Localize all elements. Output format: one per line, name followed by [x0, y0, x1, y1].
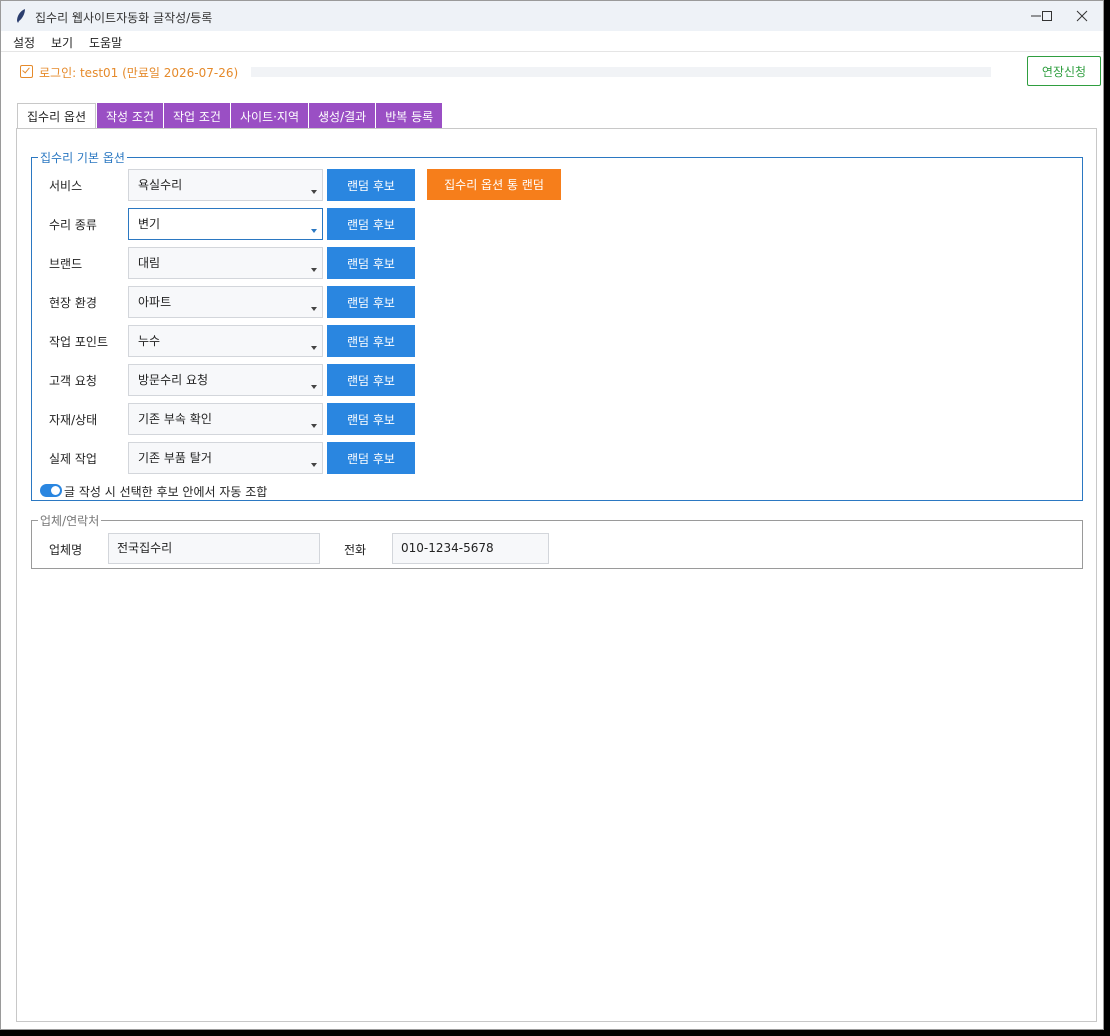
actual-work-label: 실제 작업 — [49, 452, 97, 466]
extend-button[interactable]: 연장신청 — [1027, 56, 1101, 86]
brand-label: 브랜드 — [49, 257, 83, 271]
work-point-select[interactable]: 누수 — [128, 325, 323, 357]
material-status-random-button[interactable]: 랜덤 후보 — [327, 403, 415, 435]
repair-type-value: 변기 — [138, 217, 161, 231]
status-row: 로그인: test01 (만료일 2026-07-26) 연장신청 — [1, 53, 1103, 91]
repair-type-select[interactable]: 변기 — [128, 208, 323, 240]
tab-content: 집수리 기본 옵션 서비스 욕실수리 랜덤 후보 집수리 옵션 통 랜덤 수리 … — [16, 128, 1097, 1022]
company-input[interactable]: 전국집수리 — [108, 533, 320, 564]
tab-repair-options[interactable]: 집수리 옵션 — [17, 103, 97, 129]
menu-help[interactable]: 도움말 — [89, 34, 122, 51]
brand-value: 대림 — [138, 256, 161, 270]
login-status: 로그인: test01 (만료일 2026-07-26) — [39, 66, 239, 80]
work-point-label: 작업 포인트 — [49, 335, 109, 349]
auto-combine-toggle[interactable] — [40, 484, 62, 497]
contact-legend: 업체/연락처 — [38, 512, 102, 529]
check-icon — [20, 65, 33, 78]
work-point-value: 누수 — [138, 334, 161, 348]
window-title: 집수리 웹사이트자동화 글작성/등록 — [35, 11, 213, 25]
repair-type-label: 수리 종류 — [49, 218, 97, 232]
auto-combine-label: 글 작성 시 선택한 후보 안에서 자동 조합 — [64, 485, 268, 499]
actual-work-select[interactable]: 기존 부품 탈거 — [128, 442, 323, 474]
tab-repeat-register[interactable]: 반복 등록 — [376, 103, 443, 129]
site-env-label: 현장 환경 — [49, 296, 97, 310]
actual-work-value: 기존 부품 탈거 — [138, 451, 212, 465]
chevron-down-icon — [311, 268, 317, 272]
site-env-value: 아파트 — [138, 295, 172, 309]
tab-site-region[interactable]: 사이트·지역 — [230, 103, 308, 129]
chevron-down-icon — [311, 190, 317, 194]
material-status-select[interactable]: 기존 부속 확인 — [128, 403, 323, 435]
menu-settings[interactable]: 설정 — [13, 34, 35, 51]
chevron-down-icon — [311, 346, 317, 350]
tab-work-conditions[interactable]: 작업 조건 — [164, 103, 230, 129]
brand-select[interactable]: 대림 — [128, 247, 323, 279]
maximize-icon — [1042, 11, 1052, 21]
app-window: 집수리 웹사이트자동화 글작성/등록 설정 보기 도움말 로그인: test01… — [0, 0, 1104, 1030]
tab-generate-result[interactable]: 생성/결과 — [309, 103, 376, 129]
tab-bar: 집수리 옵션 작성 조건 작업 조건 사이트·지역 생성/결과 반복 등록 — [17, 103, 443, 129]
customer-request-label: 고객 요청 — [49, 374, 97, 388]
material-status-value: 기존 부속 확인 — [138, 412, 212, 426]
service-select[interactable]: 욕실수리 — [128, 169, 323, 201]
progress-bar — [251, 67, 991, 77]
repair-type-random-button[interactable]: 랜덤 후보 — [327, 208, 415, 240]
work-point-random-button[interactable]: 랜덤 후보 — [327, 325, 415, 357]
company-label: 업체명 — [49, 543, 83, 557]
feather-icon — [17, 9, 25, 23]
actual-work-random-button[interactable]: 랜덤 후보 — [327, 442, 415, 474]
contact-group: 업체/연락처 업체명 전국집수리 전화 010-1234-5678 — [31, 512, 1083, 569]
service-value: 욕실수리 — [138, 178, 183, 192]
material-status-label: 자재/상태 — [49, 413, 98, 427]
chevron-down-icon — [311, 229, 317, 233]
service-label: 서비스 — [49, 179, 83, 193]
menu-view[interactable]: 보기 — [51, 34, 73, 51]
site-env-random-button[interactable]: 랜덤 후보 — [327, 286, 415, 318]
customer-request-value: 방문수리 요청 — [138, 373, 209, 387]
chevron-down-icon — [311, 307, 317, 311]
basic-options-legend: 집수리 기본 옵션 — [38, 149, 127, 166]
menu-bar: 설정 보기 도움말 — [1, 31, 1103, 52]
close-button[interactable] — [1059, 1, 1105, 31]
phone-label: 전화 — [344, 543, 367, 557]
tab-writing-conditions[interactable]: 작성 조건 — [97, 103, 163, 129]
customer-request-select[interactable]: 방문수리 요청 — [128, 364, 323, 396]
phone-input[interactable]: 010-1234-5678 — [392, 533, 549, 564]
title-bar: 집수리 웹사이트자동화 글작성/등록 — [1, 1, 1103, 31]
chevron-down-icon — [311, 385, 317, 389]
chevron-down-icon — [311, 463, 317, 467]
site-env-select[interactable]: 아파트 — [128, 286, 323, 318]
basic-options-group: 집수리 기본 옵션 서비스 욕실수리 랜덤 후보 집수리 옵션 통 랜덤 수리 … — [31, 149, 1083, 501]
chevron-down-icon — [311, 424, 317, 428]
brand-random-button[interactable]: 랜덤 후보 — [327, 247, 415, 279]
customer-request-random-button[interactable]: 랜덤 후보 — [327, 364, 415, 396]
service-random-button[interactable]: 랜덤 후보 — [327, 169, 415, 201]
all-options-random-button[interactable]: 집수리 옵션 통 랜덤 — [427, 169, 561, 200]
close-icon — [1076, 10, 1088, 22]
